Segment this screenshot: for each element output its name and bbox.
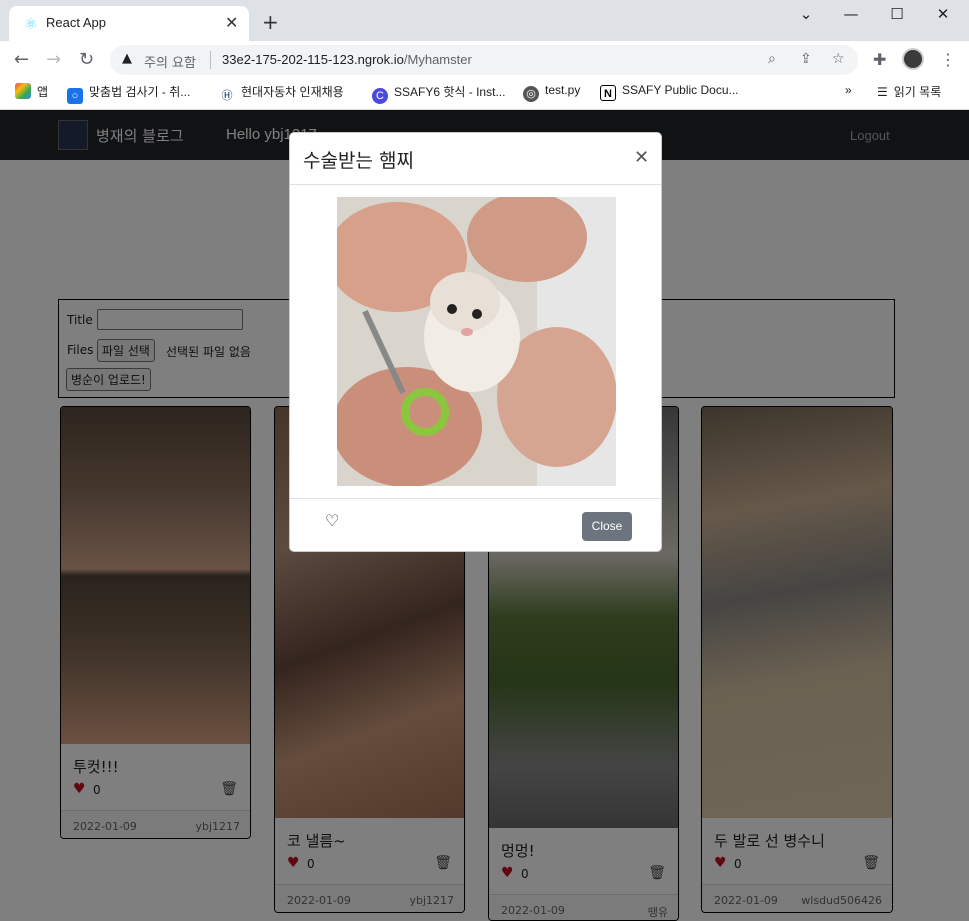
maximize-icon[interactable]: ☐ xyxy=(882,5,912,23)
speech-bubble-icon: ○ xyxy=(67,88,83,104)
profile-avatar[interactable] xyxy=(902,48,924,70)
bookmark-star-icon[interactable]: ☆ xyxy=(832,51,845,67)
notion-icon: N xyxy=(600,85,616,101)
page-content: 병재의 블로그 Hello ybj1217 Logout Title Files… xyxy=(0,110,969,921)
bookmark-3[interactable]: C SSAFY6 핫식 - Inst... xyxy=(372,83,505,104)
reload-icon[interactable]: ↻ xyxy=(79,49,94,70)
react-icon: ⚛ xyxy=(24,15,38,33)
extensions-icon[interactable]: ✚ xyxy=(873,50,886,69)
minimize-icon[interactable]: — xyxy=(836,5,866,23)
bookmark-5[interactable]: N SSAFY Public Docu... xyxy=(600,83,739,101)
tab-search-icon[interactable]: ⌄ xyxy=(791,5,821,23)
modal-image xyxy=(337,197,616,486)
image-modal: 수술받는 햄찌 ✕ ♡ Close xyxy=(289,132,662,552)
browser-tab[interactable]: ⚛ React App ✕ xyxy=(9,6,249,41)
close-icon[interactable]: ✕ xyxy=(634,147,649,168)
divider xyxy=(290,184,661,185)
reading-list[interactable]: ☰ 읽기 목록 xyxy=(877,83,941,100)
globe-icon: ◎ xyxy=(523,86,539,102)
browser-chrome: ⚛ React App ✕ + ⌄ — ☐ ✕ ← → ↻ ▲ 주의 요함 33… xyxy=(0,0,969,110)
url-text[interactable]: 33e2-175-202-115-123.ngrok.io/Myhamster xyxy=(222,52,472,67)
bookmarks-bar: 앱 ○ 맞춤법 검사기 - 취... Ⓗ 현대자동차 인재채용 C SSAFY6 핫식… xyxy=(0,79,969,110)
divider xyxy=(210,51,211,69)
toolbar: ← → ↻ ▲ 주의 요함 33e2-175-202-115-123.ngrok… xyxy=(0,41,969,79)
close-button[interactable]: Close xyxy=(582,512,632,541)
address-bar[interactable]: ▲ 주의 요함 33e2-175-202-115-123.ngrok.io/My… xyxy=(110,45,858,75)
bookmark-2[interactable]: Ⓗ 현대자동차 인재채용 xyxy=(219,83,344,104)
heart-outline-icon[interactable]: ♡ xyxy=(325,511,339,530)
apps-grid-icon xyxy=(15,83,31,99)
tab-title: React App xyxy=(46,15,106,30)
security-label[interactable]: 주의 요함 xyxy=(144,52,196,71)
modal-title: 수술받는 햄찌 xyxy=(303,150,414,172)
close-tab-icon[interactable]: ✕ xyxy=(225,13,238,32)
bookmark-1[interactable]: ○ 맞춤법 검사기 - 취... xyxy=(67,83,190,104)
share-icon[interactable]: ⇪ xyxy=(800,51,812,67)
warning-icon[interactable]: ▲ xyxy=(122,51,132,66)
bookmark-4[interactable]: ◎ test.py xyxy=(523,83,580,102)
more-bookmarks-icon[interactable]: » xyxy=(845,83,852,97)
back-icon[interactable]: ← xyxy=(14,49,29,70)
reading-list-icon: ☰ xyxy=(877,85,888,99)
bookmark-apps[interactable]: 앱 xyxy=(15,83,48,100)
menu-icon[interactable]: ⋮ xyxy=(940,50,956,69)
close-window-icon[interactable]: ✕ xyxy=(928,5,958,23)
divider xyxy=(290,498,661,499)
tab-strip: ⚛ React App ✕ + ⌄ — ☐ ✕ xyxy=(0,0,969,41)
site-icon: C xyxy=(372,88,388,104)
hyundai-logo-icon: Ⓗ xyxy=(219,88,235,104)
zoom-icon[interactable]: ⌕ xyxy=(768,51,776,67)
new-tab-icon[interactable]: + xyxy=(262,10,279,34)
forward-icon[interactable]: → xyxy=(46,49,61,70)
